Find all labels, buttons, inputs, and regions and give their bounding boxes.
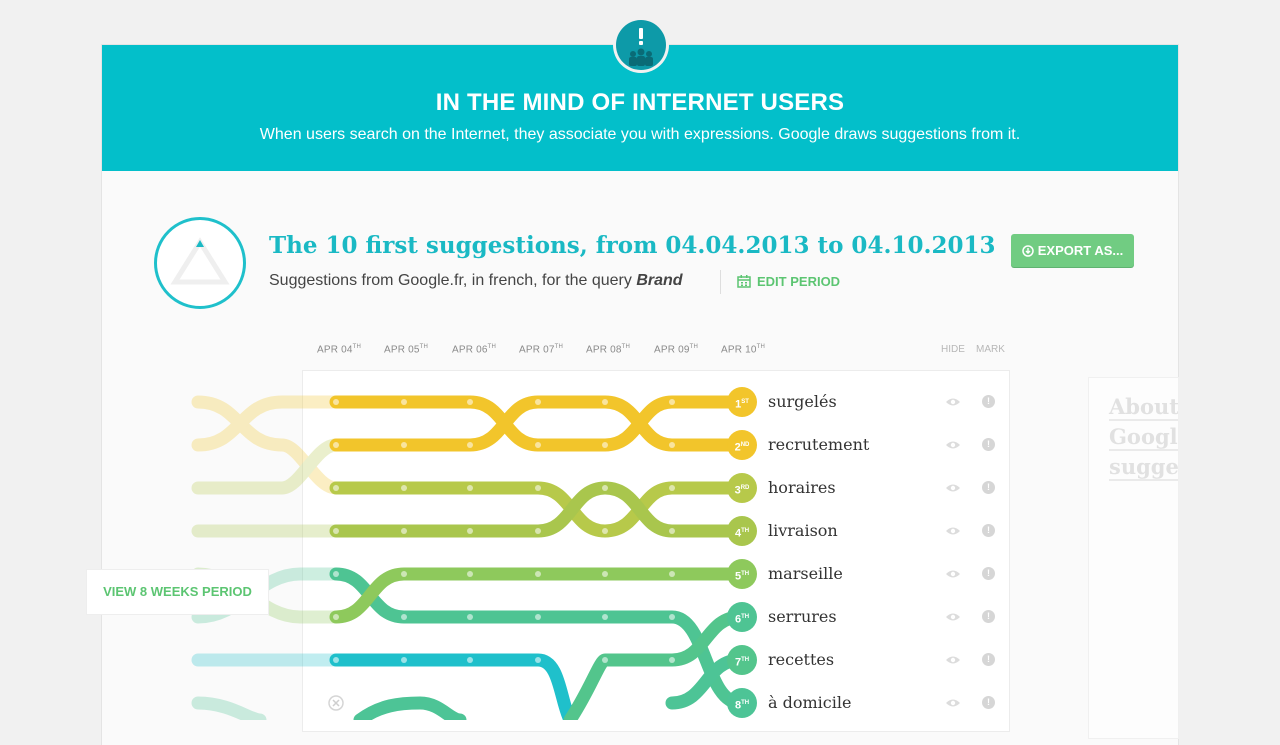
mark-info-icon[interactable]: ! xyxy=(982,524,995,537)
about-panel: About Google sugges xyxy=(1089,378,1178,738)
hide-eye-icon[interactable] xyxy=(945,654,961,666)
rank-badge: 2ND xyxy=(727,430,757,460)
rank-badge: 7TH xyxy=(727,645,757,675)
mark-info-icon[interactable]: ! xyxy=(982,610,995,623)
suggestion-term[interactable]: recettes xyxy=(768,650,834,669)
removed-marker-icon xyxy=(328,695,344,711)
rank-badge: 8TH xyxy=(727,688,757,718)
mark-info-icon[interactable]: ! xyxy=(982,395,995,408)
rank-badge: 3RD xyxy=(727,473,757,503)
mark-info-icon[interactable]: ! xyxy=(982,481,995,494)
rank-badge: 1ST xyxy=(727,387,757,417)
hide-eye-icon[interactable] xyxy=(945,439,961,451)
mark-info-icon[interactable]: ! xyxy=(982,438,995,451)
suggestion-term[interactable]: marseille xyxy=(768,564,843,583)
view-8-weeks-button[interactable]: VIEW 8 WEEKS PERIOD xyxy=(87,570,268,614)
rank-badge: 5TH xyxy=(727,559,757,589)
rank-badge: 4TH xyxy=(727,516,757,546)
suggestion-term[interactable]: livraison xyxy=(768,521,838,540)
mark-info-icon[interactable]: ! xyxy=(982,696,995,709)
suggestion-term[interactable]: serrures xyxy=(768,607,837,626)
hide-eye-icon[interactable] xyxy=(945,568,961,580)
mark-info-icon[interactable]: ! xyxy=(982,653,995,666)
rank-badge: 6TH xyxy=(727,602,757,632)
suggestion-term[interactable]: recrutement xyxy=(768,435,869,454)
hide-eye-icon[interactable] xyxy=(945,697,961,709)
suggestion-term[interactable]: à domicile xyxy=(768,693,851,712)
hide-eye-icon[interactable] xyxy=(945,482,961,494)
hide-eye-icon[interactable] xyxy=(945,396,961,408)
hide-eye-icon[interactable] xyxy=(945,525,961,537)
about-heading[interactable]: About Google sugges xyxy=(1109,392,1178,482)
suggestion-term[interactable]: surgelés xyxy=(768,392,837,411)
hide-eye-icon[interactable] xyxy=(945,611,961,623)
suggestion-term[interactable]: horaires xyxy=(768,478,836,497)
mark-info-icon[interactable]: ! xyxy=(982,567,995,580)
